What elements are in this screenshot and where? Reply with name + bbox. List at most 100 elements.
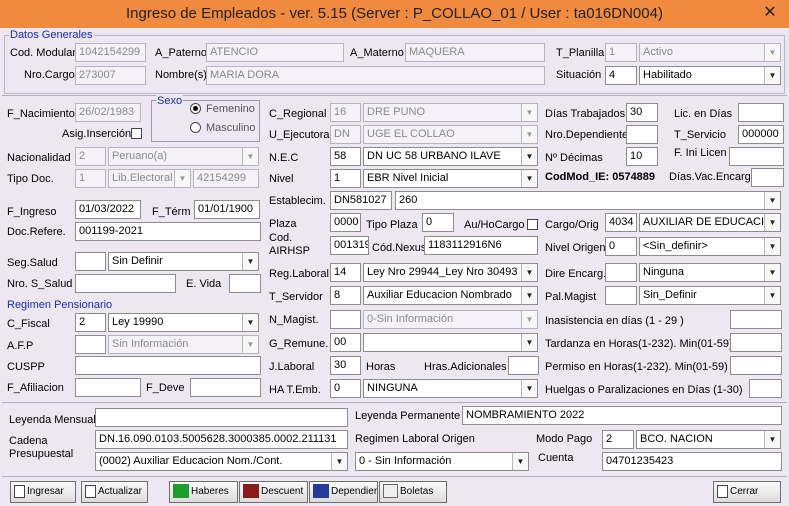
nro-dependiente-field[interactable] bbox=[626, 125, 658, 144]
f-ini-licen-field[interactable] bbox=[729, 147, 784, 166]
e-vida-field[interactable] bbox=[229, 274, 261, 293]
t-planilla-select[interactable]: Activo ▼ bbox=[639, 43, 781, 62]
j-laboral-field[interactable]: 30 bbox=[330, 356, 361, 375]
masculino-radio[interactable] bbox=[190, 122, 201, 133]
chevron-down-icon[interactable]: ▼ bbox=[174, 170, 190, 187]
femenino-radio[interactable] bbox=[190, 103, 201, 114]
nacionalidad-code-field[interactable]: 2 bbox=[75, 147, 106, 166]
chevron-down-icon[interactable]: ▼ bbox=[242, 253, 258, 270]
chevron-down-icon[interactable]: ▼ bbox=[521, 311, 537, 328]
cadena-presupuestal-select[interactable]: (0002) Auxiliar Educacion Nom./Cont. ▼ bbox=[95, 452, 348, 471]
tipo-doc-code-field[interactable]: 1 bbox=[75, 169, 106, 188]
establecim-code-field[interactable]: DN581027 bbox=[330, 191, 392, 210]
chevron-down-icon[interactable]: ▼ bbox=[521, 264, 537, 281]
ha-t-emb-code-field[interactable]: 0 bbox=[330, 379, 361, 398]
inasistencia-field[interactable] bbox=[730, 310, 782, 329]
dire-encarg-code-field[interactable] bbox=[605, 263, 637, 282]
nro-s-salud-field[interactable] bbox=[75, 274, 176, 293]
g-remune-select[interactable]: ▼ bbox=[363, 333, 538, 352]
chevron-down-icon[interactable]: ▼ bbox=[521, 287, 537, 304]
chevron-down-icon[interactable]: ▼ bbox=[764, 67, 780, 84]
chevron-down-icon[interactable]: ▼ bbox=[764, 192, 780, 209]
seg-salud-select[interactable]: Sin Definir ▼ bbox=[108, 252, 259, 271]
boletas-button[interactable]: Boletas bbox=[379, 481, 447, 503]
cod-airhsp-field[interactable]: 001319 bbox=[330, 236, 369, 255]
nivel-select[interactable]: EBR Nivel Inicial ▼ bbox=[363, 169, 538, 188]
chevron-down-icon[interactable]: ▼ bbox=[521, 126, 537, 143]
pal-magist-select[interactable]: Sin_Definir ▼ bbox=[639, 286, 781, 305]
t-servidor-code-field[interactable]: 8 bbox=[330, 286, 361, 305]
asig-insercion-checkbox[interactable] bbox=[131, 128, 142, 139]
n-decimas-field[interactable]: 10 bbox=[626, 147, 658, 166]
afp-code-field[interactable] bbox=[75, 335, 106, 354]
situacion-select[interactable]: Habilitado ▼ bbox=[639, 66, 781, 85]
descuent-button[interactable]: Descuent bbox=[239, 481, 308, 503]
dependient-button[interactable]: Dependient bbox=[309, 481, 378, 503]
t-servidor-select[interactable]: Auxiliar Educacion Nombrado ▼ bbox=[363, 286, 538, 305]
chevron-down-icon[interactable]: ▼ bbox=[521, 334, 537, 351]
dias-trabajados-field[interactable]: 30 bbox=[626, 103, 658, 122]
permiso-field[interactable] bbox=[730, 356, 782, 375]
cuspp-field[interactable] bbox=[75, 356, 261, 375]
cerrar-button[interactable]: Cerrar bbox=[713, 481, 781, 503]
g-remune-code-field[interactable]: 00 bbox=[330, 333, 361, 352]
leyenda-mensual-field[interactable] bbox=[95, 408, 348, 427]
afp-select[interactable]: Sin Información ▼ bbox=[108, 335, 259, 354]
seg-salud-code-field[interactable] bbox=[75, 252, 106, 271]
cadena-presupuestal-field[interactable]: DN.16.090.0103.5005628.3000385.0002.2111… bbox=[95, 430, 348, 449]
c-regional-code-field[interactable]: 16 bbox=[330, 103, 361, 122]
modo-pago-code-field[interactable]: 2 bbox=[602, 430, 634, 449]
a-materno-field[interactable]: MAQUERA bbox=[405, 43, 545, 62]
situacion-code-field[interactable]: 4 bbox=[605, 66, 637, 85]
nec-code-field[interactable]: 58 bbox=[330, 147, 361, 166]
nombres-field[interactable]: MARIA DORA bbox=[206, 66, 545, 85]
chevron-down-icon[interactable]: ▼ bbox=[521, 148, 537, 165]
c-regional-select[interactable]: DRE PUNO ▼ bbox=[363, 103, 538, 122]
nro-cargo-field[interactable]: 273007 bbox=[75, 66, 146, 85]
chevron-down-icon[interactable]: ▼ bbox=[331, 453, 347, 470]
establecim-select[interactable]: 260 ▼ bbox=[395, 191, 781, 210]
u-ejecutora-code-field[interactable]: DN bbox=[330, 125, 361, 144]
chevron-down-icon[interactable]: ▼ bbox=[521, 380, 537, 397]
modo-pago-select[interactable]: BCO. NACION ▼ bbox=[636, 430, 781, 449]
chevron-down-icon[interactable]: ▼ bbox=[521, 104, 537, 121]
lic-en-dias-field[interactable] bbox=[738, 103, 784, 122]
nivel-origen-select[interactable]: <Sin_definir> ▼ bbox=[639, 237, 781, 256]
c-fiscal-select[interactable]: Ley 19990 ▼ bbox=[108, 313, 259, 332]
t-planilla-code-field[interactable]: 1 bbox=[605, 43, 637, 62]
tipo-doc-select[interactable]: Lib.Electoral ▼ bbox=[108, 169, 191, 188]
hras-adicionales-field[interactable] bbox=[508, 356, 539, 375]
cargo-code-field[interactable]: 4034 bbox=[605, 213, 637, 232]
au-hocargo-checkbox[interactable] bbox=[527, 219, 538, 230]
chevron-down-icon[interactable]: ▼ bbox=[764, 44, 780, 61]
chevron-down-icon[interactable]: ▼ bbox=[764, 287, 780, 304]
haberes-button[interactable]: Haberes bbox=[169, 481, 238, 503]
actualizar-button[interactable]: Actualizar bbox=[81, 481, 148, 503]
chevron-down-icon[interactable]: ▼ bbox=[242, 336, 258, 353]
doc-refere-field[interactable]: 001199-2021 bbox=[75, 222, 261, 241]
chevron-down-icon[interactable]: ▼ bbox=[521, 170, 537, 187]
chevron-down-icon[interactable]: ▼ bbox=[242, 148, 258, 165]
cuenta-field[interactable]: 04701235423 bbox=[602, 452, 782, 471]
dire-encarg-select[interactable]: Ninguna ▼ bbox=[639, 263, 781, 282]
chevron-down-icon[interactable]: ▼ bbox=[764, 214, 780, 231]
cod-nexus-field[interactable]: 1183112916N6 bbox=[424, 236, 538, 255]
f-deve-field[interactable] bbox=[190, 378, 261, 397]
t-servicio-field[interactable]: 000000 bbox=[738, 125, 784, 144]
a-paterno-field[interactable]: ATENCIO bbox=[206, 43, 344, 62]
f-nacimiento-field[interactable]: 26/02/1983 bbox=[75, 103, 141, 122]
pal-magist-code-field[interactable] bbox=[605, 286, 637, 305]
chevron-down-icon[interactable]: ▼ bbox=[764, 264, 780, 281]
ingresar-button[interactable]: Ingresar bbox=[10, 481, 76, 503]
n-magist-select[interactable]: 0-Sin Información ▼ bbox=[363, 310, 538, 329]
tardanza-field[interactable] bbox=[730, 333, 782, 352]
huelgas-field[interactable] bbox=[749, 379, 782, 398]
regimen-laboral-origen-select[interactable]: 0 - Sin Información ▼ bbox=[355, 452, 529, 471]
chevron-down-icon[interactable]: ▼ bbox=[242, 314, 258, 331]
f-ingreso-field[interactable]: 01/03/2022 bbox=[75, 200, 141, 219]
close-icon[interactable]: ✕ bbox=[756, 3, 784, 23]
chevron-down-icon[interactable]: ▼ bbox=[764, 431, 780, 448]
cod-modular-field[interactable]: 1042154299 bbox=[75, 43, 146, 62]
nivel-code-field[interactable]: 1 bbox=[330, 169, 361, 188]
f-afiliacion-field[interactable] bbox=[75, 378, 141, 397]
